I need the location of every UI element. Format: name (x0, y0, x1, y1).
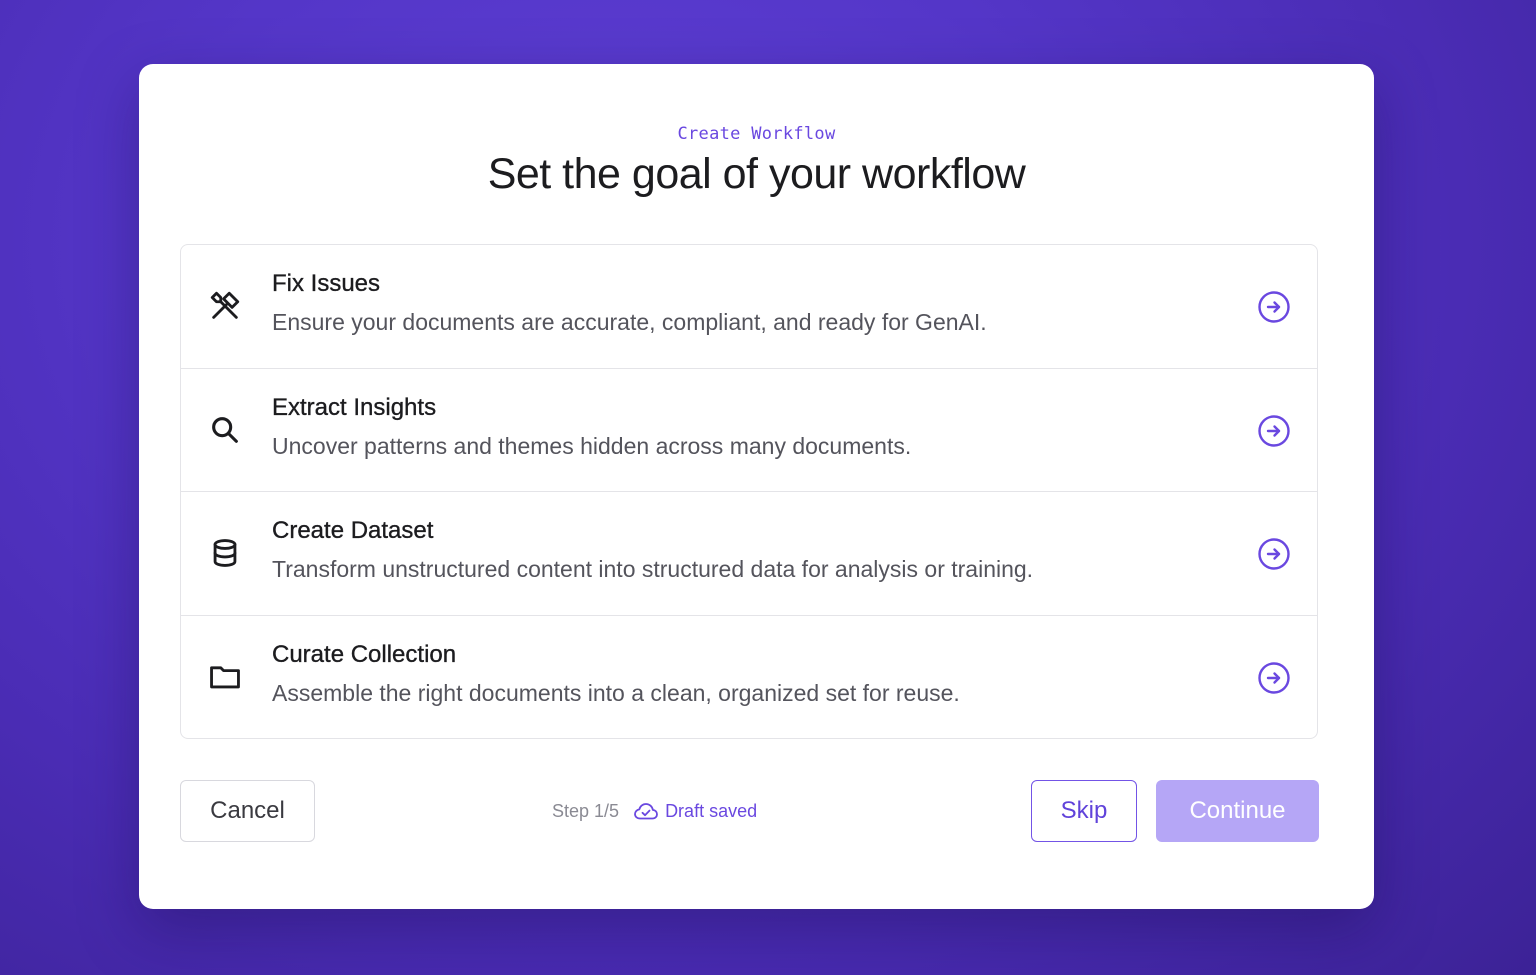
option-curate-collection[interactable]: Curate Collection Assemble the right doc… (181, 616, 1317, 739)
create-workflow-modal: Create Workflow Set the goal of your wor… (139, 64, 1374, 909)
arrow-right-circle-icon[interactable] (1257, 414, 1291, 448)
option-fix-issues[interactable]: Fix Issues Ensure your documents are acc… (181, 245, 1317, 369)
draft-status: Step 1/5 Draft saved (552, 797, 757, 825)
modal-title: Set the goal of your workflow (487, 150, 1026, 198)
option-create-dataset[interactable]: Create Dataset Transform unstructured co… (181, 492, 1317, 616)
modal-eyebrow: Create Workflow (677, 124, 836, 144)
skip-button[interactable]: Skip (1031, 780, 1137, 842)
option-title: Extract Insights (272, 393, 437, 421)
option-title: Create Dataset (272, 517, 434, 544)
tools-icon (207, 288, 243, 324)
arrow-right-circle-icon[interactable] (1257, 661, 1291, 695)
option-description: Ensure your documents are accurate, comp… (272, 309, 987, 335)
search-icon (207, 412, 243, 448)
option-extract-insights[interactable]: Extract Insights Uncover patterns and th… (181, 369, 1317, 492)
option-title: Fix Issues (272, 270, 381, 297)
arrow-right-circle-icon[interactable] (1257, 537, 1291, 571)
option-description: Transform unstructured content into stru… (272, 556, 1034, 582)
cloud-check-icon (633, 798, 659, 824)
option-title: Curate Collection (272, 640, 457, 668)
step-indicator: Step 1/5 (552, 800, 620, 821)
goal-options-list: Fix Issues Ensure your documents are acc… (180, 244, 1318, 739)
option-description: Uncover patterns and themes hidden acros… (272, 432, 912, 459)
option-description: Assemble the right documents into a clea… (272, 679, 960, 706)
continue-button[interactable]: Continue (1156, 780, 1319, 842)
draft-saved-label: Draft saved (665, 800, 758, 821)
arrow-right-circle-icon[interactable] (1257, 290, 1291, 324)
database-icon (207, 535, 243, 571)
cancel-button[interactable]: Cancel (180, 780, 315, 842)
folder-icon (207, 659, 243, 695)
